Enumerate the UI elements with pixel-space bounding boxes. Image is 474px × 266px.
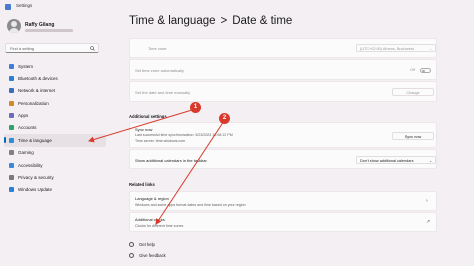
- annotation-arrow-2: [155, 120, 225, 225]
- annotation-marker-1: 1: [190, 102, 201, 113]
- annotation-arrow-1: [88, 109, 193, 143]
- annotation-marker-2: 2: [219, 113, 230, 124]
- annotation-overlay: [88, 109, 225, 225]
